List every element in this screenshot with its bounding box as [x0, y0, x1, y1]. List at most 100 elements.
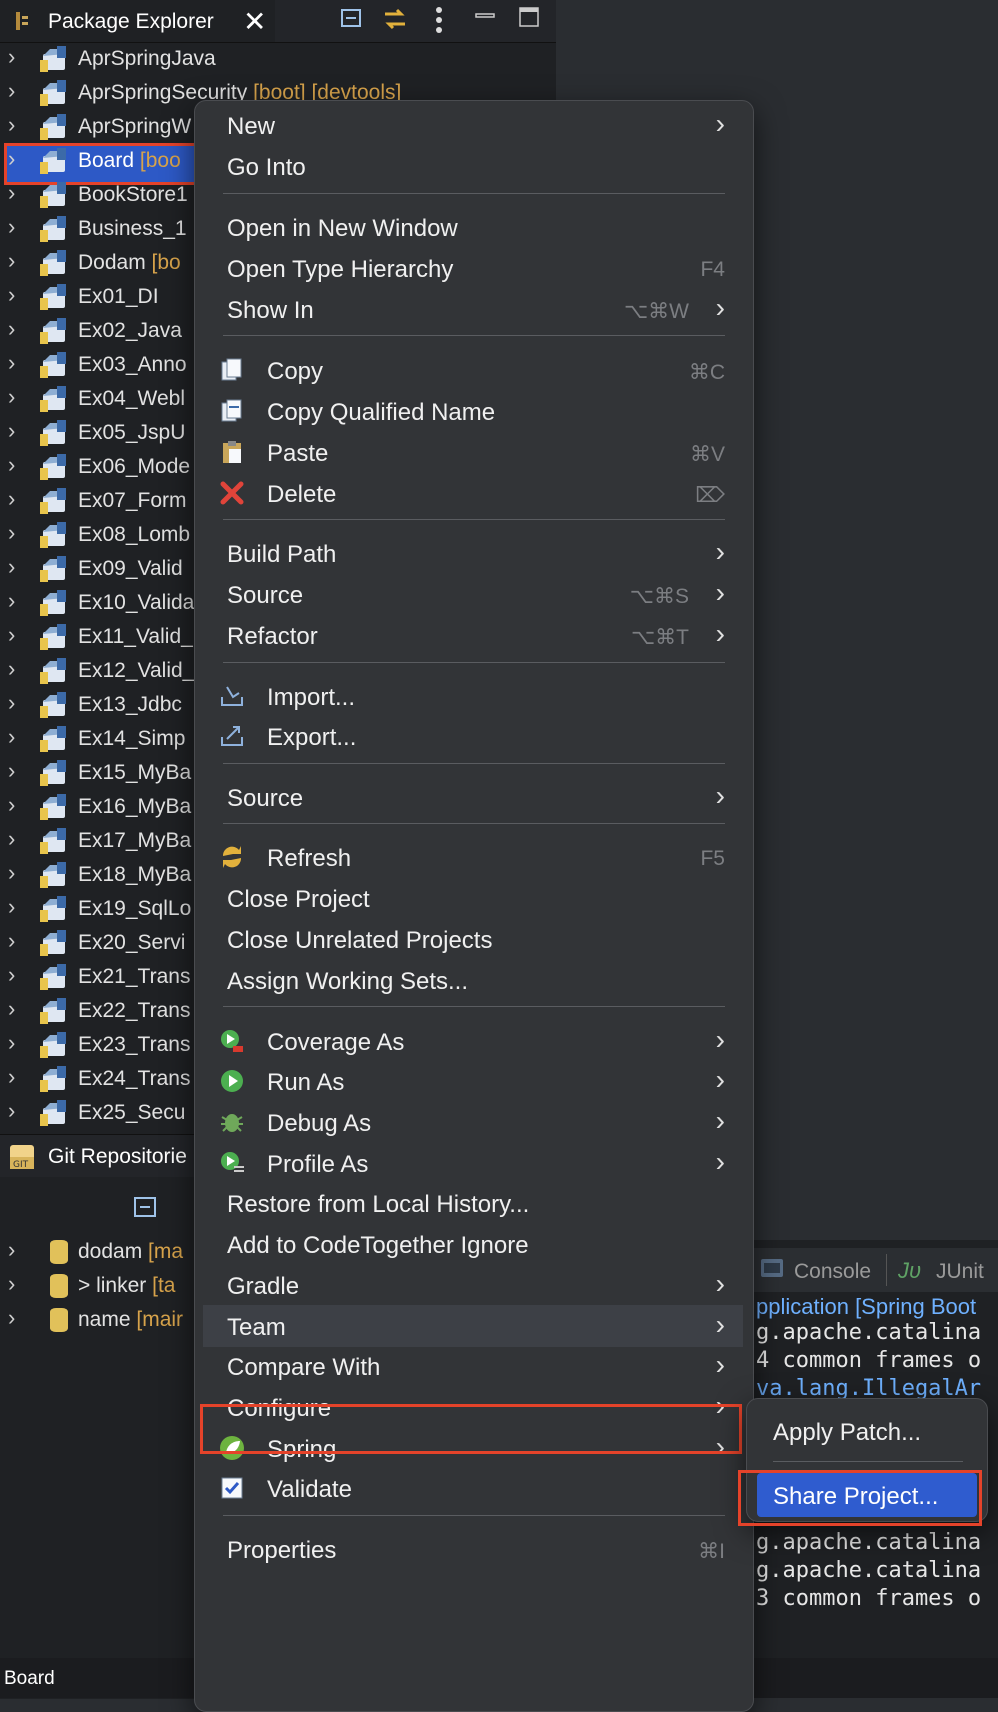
menu-item-delete[interactable]: Delete ⌦: [203, 472, 743, 514]
view-menu-icon[interactable]: [424, 6, 454, 36]
chevron-right-icon[interactable]: ›: [8, 1030, 15, 1056]
java-project-icon: [40, 114, 66, 140]
collapse-all-icon[interactable]: [336, 6, 366, 36]
chevron-right-icon[interactable]: ›: [8, 44, 15, 70]
chevron-right-icon[interactable]: ›: [8, 1305, 15, 1331]
chevron-right-icon[interactable]: ›: [8, 418, 15, 444]
project-name: Ex11_Valid_: [78, 625, 193, 648]
tab-junit[interactable]: JUnit: [936, 1260, 984, 1284]
menu-item-show-in[interactable]: Show In ⌥⌘W ›: [203, 288, 743, 330]
menu-item-debug-as[interactable]: Debug As ›: [203, 1101, 743, 1143]
menu-item-new[interactable]: New ›: [203, 104, 743, 146]
chevron-right-icon[interactable]: ›: [8, 78, 15, 104]
chevron-right-icon[interactable]: ›: [8, 588, 15, 614]
git-repositories-title[interactable]: Git Repositorie: [48, 1145, 187, 1169]
chevron-right-icon[interactable]: ›: [8, 690, 15, 716]
chevron-right-icon[interactable]: ›: [8, 384, 15, 410]
menu-item-open-type-hierarchy[interactable]: Open Type Hierarchy F4: [203, 247, 743, 289]
menu-item-validate[interactable]: Validate: [203, 1467, 743, 1509]
chevron-right-icon[interactable]: ›: [8, 826, 15, 852]
chevron-right-icon[interactable]: ›: [8, 724, 15, 750]
menu-item-source[interactable]: Source ⌥⌘S ›: [203, 573, 743, 615]
chevron-right-icon[interactable]: ›: [8, 758, 15, 784]
menu-item-profile-as[interactable]: Profile As ›: [203, 1142, 743, 1184]
chevron-right-icon[interactable]: ›: [8, 996, 15, 1022]
chevron-right-icon[interactable]: ›: [8, 1098, 15, 1124]
chevron-right-icon[interactable]: ›: [8, 486, 15, 512]
menu-item-run-as[interactable]: Run As ›: [203, 1060, 743, 1102]
chevron-right-icon[interactable]: ›: [8, 928, 15, 954]
project-name: Ex20_Servi: [78, 931, 186, 954]
chevron-right-icon[interactable]: ›: [8, 214, 15, 240]
menu-item-refactor[interactable]: Refactor ⌥⌘T ›: [203, 614, 743, 656]
java-project-icon: [40, 182, 66, 208]
chevron-right-icon[interactable]: ›: [8, 248, 15, 274]
chevron-right-icon[interactable]: ›: [8, 622, 15, 648]
tree-item-project[interactable]: › AprSpringJava: [0, 42, 556, 76]
menu-item-refresh[interactable]: Refresh F5: [203, 836, 743, 878]
java-project-icon: [40, 46, 66, 72]
chevron-right-icon[interactable]: ›: [8, 962, 15, 988]
git-collapse-all-icon[interactable]: [132, 1195, 158, 1224]
menu-item-label: Show In: [227, 297, 314, 324]
menu-item-copy-qualified-name[interactable]: Copy Qualified Name: [203, 390, 743, 432]
chevron-right-icon[interactable]: ›: [8, 282, 15, 308]
delete-icon: [220, 481, 244, 505]
menu-item-build-path[interactable]: Build Path ›: [203, 532, 743, 574]
project-name: Ex08_Lomb: [78, 523, 191, 546]
chevron-right-icon[interactable]: ›: [8, 792, 15, 818]
menu-item-paste[interactable]: Paste ⌘V: [203, 431, 743, 473]
chevron-right-icon[interactable]: ›: [8, 1064, 15, 1090]
apply-patch-item[interactable]: Apply Patch...: [747, 1409, 987, 1453]
chevron-right-icon[interactable]: ›: [8, 554, 15, 580]
minimize-icon[interactable]: [470, 6, 500, 36]
project-name: Ex14_Simp: [78, 727, 186, 750]
menu-item-gradle[interactable]: Gradle ›: [203, 1264, 743, 1306]
java-project-icon: [40, 998, 66, 1024]
chevron-right-icon[interactable]: ›: [8, 860, 15, 886]
project-name: Ex05_JspU: [78, 421, 186, 444]
chevron-right-icon[interactable]: ›: [8, 894, 15, 920]
menu-item-restore-from-local-history[interactable]: Restore from Local History...: [203, 1182, 743, 1224]
menu-item-team[interactable]: Team ›: [203, 1305, 743, 1347]
java-project-icon: [40, 80, 66, 106]
copy-qualified-name-icon: [221, 399, 242, 422]
tab-console[interactable]: Console: [794, 1260, 871, 1284]
menu-item-add-to-codetogether-ignore[interactable]: Add to CodeTogether Ignore: [203, 1223, 743, 1265]
chevron-right-icon[interactable]: ›: [8, 520, 15, 546]
menu-item-close-unrelated-projects[interactable]: Close Unrelated Projects: [203, 918, 743, 960]
project-name: Ex25_Secu: [78, 1101, 186, 1124]
chevron-right-icon[interactable]: ›: [8, 1237, 15, 1263]
menu-item-assign-working-sets[interactable]: Assign Working Sets...: [203, 959, 743, 1001]
menu-item-copy[interactable]: Copy ⌘C: [203, 349, 743, 391]
tab-package-explorer[interactable]: Package Explorer ✕: [0, 0, 275, 42]
link-with-editor-icon[interactable]: [380, 6, 410, 36]
close-icon[interactable]: ✕: [243, 5, 266, 38]
chevron-right-icon[interactable]: ›: [8, 452, 15, 478]
maximize-icon[interactable]: [514, 6, 544, 36]
chevron-right-icon[interactable]: ›: [8, 180, 15, 206]
menu-item-coverage-as[interactable]: Coverage As ›: [203, 1020, 743, 1062]
java-project-icon: [40, 420, 66, 446]
menu-item-properties[interactable]: Properties ⌘I: [203, 1528, 743, 1570]
menu-item-label: Copy: [267, 358, 324, 385]
menu-item-open-in-new-window[interactable]: Open in New Window: [203, 206, 743, 248]
menu-item-close-project[interactable]: Close Project: [203, 877, 743, 919]
console-line: g.apache.catalina: [756, 1320, 982, 1345]
chevron-right-icon[interactable]: ›: [8, 350, 15, 376]
chevron-right-icon: ›: [715, 292, 725, 323]
chevron-right-icon[interactable]: ›: [8, 316, 15, 342]
chevron-right-icon[interactable]: ›: [8, 1271, 15, 1297]
java-project-icon: [40, 862, 66, 888]
chevron-right-icon[interactable]: ›: [8, 112, 15, 138]
chevron-right-icon[interactable]: ›: [8, 656, 15, 682]
java-project-icon: [40, 352, 66, 378]
chevron-right-icon[interactable]: ›: [8, 146, 15, 172]
menu-item-go-into[interactable]: Go Into: [203, 145, 743, 187]
java-project-icon: [40, 1066, 66, 1092]
menu-item-source[interactable]: Source ›: [203, 776, 743, 818]
java-project-icon: [40, 522, 66, 548]
menu-item-export[interactable]: Export...: [203, 715, 743, 757]
menu-item-compare-with[interactable]: Compare With ›: [203, 1345, 743, 1387]
menu-item-import[interactable]: Import...: [203, 675, 743, 717]
